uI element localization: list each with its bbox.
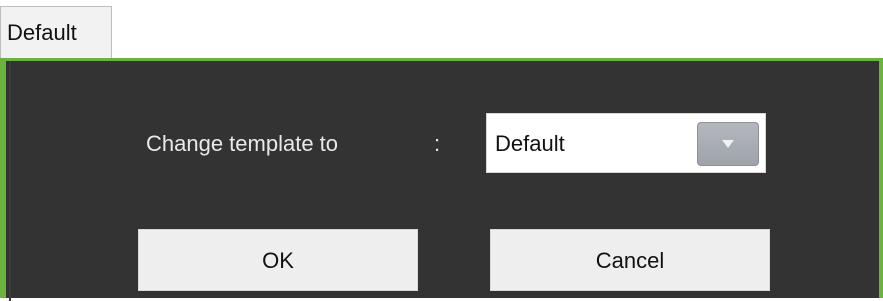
chevron-down-icon	[722, 140, 734, 148]
tab-default[interactable]: Default	[0, 6, 112, 58]
ok-button[interactable]: OK	[138, 229, 418, 291]
label-separator: :	[434, 131, 441, 156]
template-select-value: Default	[495, 131, 565, 156]
change-template-panel: Change template to : Default OK Cancel	[0, 58, 883, 301]
template-select[interactable]: Default	[486, 113, 766, 173]
cancel-button[interactable]: Cancel	[490, 229, 770, 291]
panel-inner-edge	[9, 61, 11, 301]
change-template-label: Change template to	[146, 131, 339, 156]
dropdown-button[interactable]	[697, 122, 759, 166]
